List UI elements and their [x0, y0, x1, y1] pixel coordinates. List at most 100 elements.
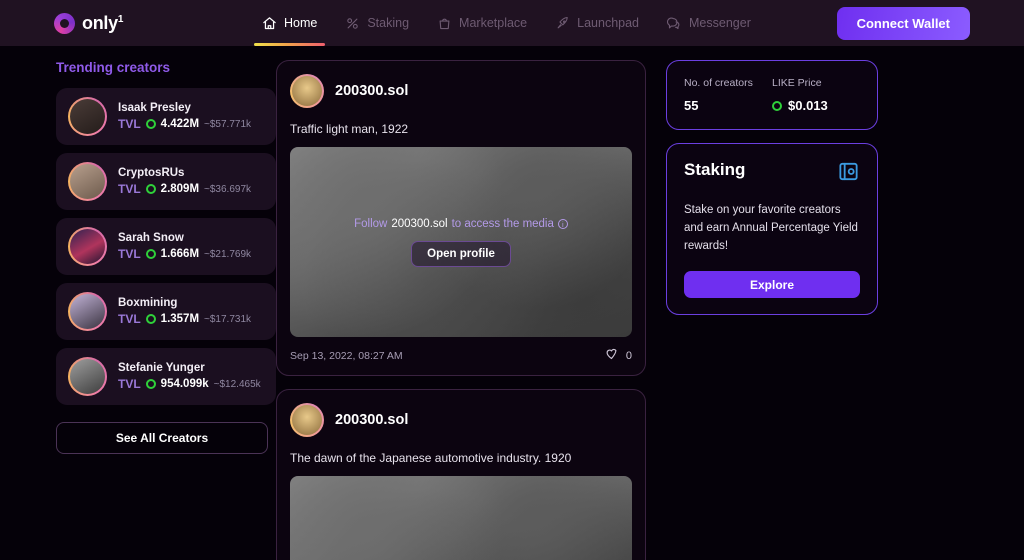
post-timestamp: Sep 13, 2022, 08:27 AM [290, 350, 403, 362]
stat-value: $0.013 [788, 98, 828, 113]
post-card: 200300.sol The dawn of the Japanese auto… [276, 389, 646, 560]
tvl-usd: ~$12.465k [213, 378, 261, 390]
tvl-label: TVL [118, 117, 141, 131]
nav-item-launchpad[interactable]: Launchpad [553, 0, 641, 46]
creator-card[interactable]: Sarah Snow TVL 1.666M ~$21.769k [56, 218, 276, 275]
avatar [68, 97, 107, 136]
stat-label: No. of creators [684, 77, 753, 89]
creator-card[interactable]: Isaak Presley TVL 4.422M ~$57.771k [56, 88, 276, 145]
stat-creators: No. of creators 55 [684, 77, 772, 113]
nav-label-messenger: Messenger [689, 16, 751, 30]
avatar [68, 292, 107, 331]
post-media-blurred: i [290, 476, 632, 560]
chat-bubble-icon [667, 16, 682, 31]
tvl-label: TVL [118, 182, 141, 196]
follow-prompt-prefix: Follow [354, 217, 388, 230]
nav-items: Home Staking Marketplace Launchpad Messe… [254, 0, 753, 46]
page-body: Trending creators Isaak Presley TVL 4.42… [0, 46, 1024, 560]
logo[interactable]: only1 [54, 12, 204, 34]
nav-label-marketplace: Marketplace [459, 16, 528, 30]
token-icon [145, 119, 156, 129]
tvl-label: TVL [118, 247, 141, 261]
avatar [68, 357, 107, 396]
tvl-value: 4.422M [160, 118, 200, 130]
staking-panel: Staking Stake on your favorite creators … [666, 143, 878, 316]
follow-prompt: Follow 200300.sol to access the media i [354, 218, 568, 230]
info-icon[interactable]: i [557, 218, 568, 229]
tvl-label: TVL [118, 377, 141, 391]
nav-label-home: Home [284, 16, 318, 30]
avatar[interactable] [290, 74, 324, 108]
tvl-value: 1.666M [160, 248, 200, 260]
token-icon [145, 249, 156, 259]
logo-text: only1 [82, 12, 124, 33]
nav-item-home[interactable]: Home [254, 0, 326, 46]
stat-label: LIKE Price [772, 77, 822, 89]
see-all-creators-button[interactable]: See All Creators [56, 422, 268, 454]
tvl-value: 1.357M [160, 313, 200, 325]
trending-creators-sidebar: Trending creators Isaak Presley TVL 4.42… [0, 46, 276, 560]
tvl-usd: ~$57.771k [204, 118, 252, 130]
home-icon [262, 16, 277, 31]
vault-icon [837, 160, 860, 188]
tvl-value: 954.099k [160, 378, 209, 390]
nav-item-marketplace[interactable]: Marketplace [435, 0, 529, 46]
tvl-usd: ~$21.769k [204, 248, 252, 260]
media-lock-overlay: Follow 200300.sol to access the media i … [290, 147, 632, 337]
token-icon [145, 184, 156, 194]
connect-wallet-button[interactable]: Connect Wallet [836, 6, 970, 40]
nav-label-launchpad: Launchpad [577, 16, 640, 30]
staking-description: Stake on your favorite creators and earn… [684, 204, 858, 252]
nav-label-staking: Staking [367, 16, 410, 30]
creator-name: Boxmining [118, 297, 178, 309]
post-author[interactable]: 200300.sol [335, 412, 408, 428]
like-count: 0 [625, 350, 632, 362]
creator-card[interactable]: CryptosRUs TVL 2.809M ~$36.697k [56, 153, 276, 210]
tvl-usd: ~$17.731k [204, 313, 252, 325]
like-button[interactable]: 0 [604, 346, 632, 366]
avatar [68, 162, 107, 201]
post-author[interactable]: 200300.sol [335, 83, 408, 99]
tvl-label: TVL [118, 312, 141, 326]
top-navigation-bar: only1 Home Staking Marketplace Launchpad… [0, 0, 1024, 46]
follow-prompt-suffix: to access the media [451, 217, 554, 230]
tvl-value: 2.809M [160, 183, 200, 195]
only1-logo-icon [54, 12, 75, 34]
sidebar-title: Trending creators [56, 60, 171, 75]
post-text: The dawn of the Japanese automotive indu… [290, 451, 572, 465]
nav-item-messenger[interactable]: Messenger [665, 0, 753, 46]
active-tab-underline [254, 43, 326, 46]
follow-prompt-author: 200300.sol [391, 217, 448, 230]
open-profile-button[interactable]: Open profile [411, 240, 511, 267]
right-sidebar: No. of creators 55 LIKE Price $0.013 Sta… [666, 46, 878, 560]
post-card: 200300.sol Traffic light man, 1922 Follo… [276, 60, 646, 376]
stats-panel: No. of creators 55 LIKE Price $0.013 [666, 60, 878, 130]
rocket-icon [555, 16, 570, 31]
creator-card[interactable]: Boxmining TVL 1.357M ~$17.731k [56, 283, 276, 340]
stat-value: 55 [684, 98, 699, 113]
post-text: Traffic light man, 1922 [290, 122, 409, 136]
creator-name: Stefanie Yunger [118, 362, 205, 374]
post-header: 200300.sol [290, 74, 632, 108]
creator-card[interactable]: Stefanie Yunger TVL 954.099k ~$12.465k [56, 348, 276, 405]
tvl-usd: ~$36.697k [204, 183, 252, 195]
token-icon [772, 100, 782, 111]
shopping-bag-icon [437, 16, 452, 31]
media-lock-overlay: i [290, 476, 632, 560]
post-header: 200300.sol [290, 403, 632, 437]
token-icon [145, 379, 156, 389]
explore-button[interactable]: Explore [684, 271, 860, 299]
post-footer: Sep 13, 2022, 08:27 AM 0 [290, 337, 632, 375]
avatar[interactable] [290, 403, 324, 437]
nav-item-staking[interactable]: Staking [343, 0, 411, 46]
staking-title: Staking [684, 160, 746, 179]
post-feed: 200300.sol Traffic light man, 1922 Follo… [276, 46, 646, 560]
stat-like-price: LIKE Price $0.013 [772, 77, 860, 113]
token-icon [145, 314, 156, 324]
post-media-blurred: Follow 200300.sol to access the media i … [290, 147, 632, 337]
creator-name: Sarah Snow [118, 232, 184, 244]
creator-name: Isaak Presley [118, 102, 191, 114]
avatar [68, 227, 107, 266]
creator-name: CryptosRUs [118, 167, 185, 179]
heart-icon [604, 346, 619, 366]
